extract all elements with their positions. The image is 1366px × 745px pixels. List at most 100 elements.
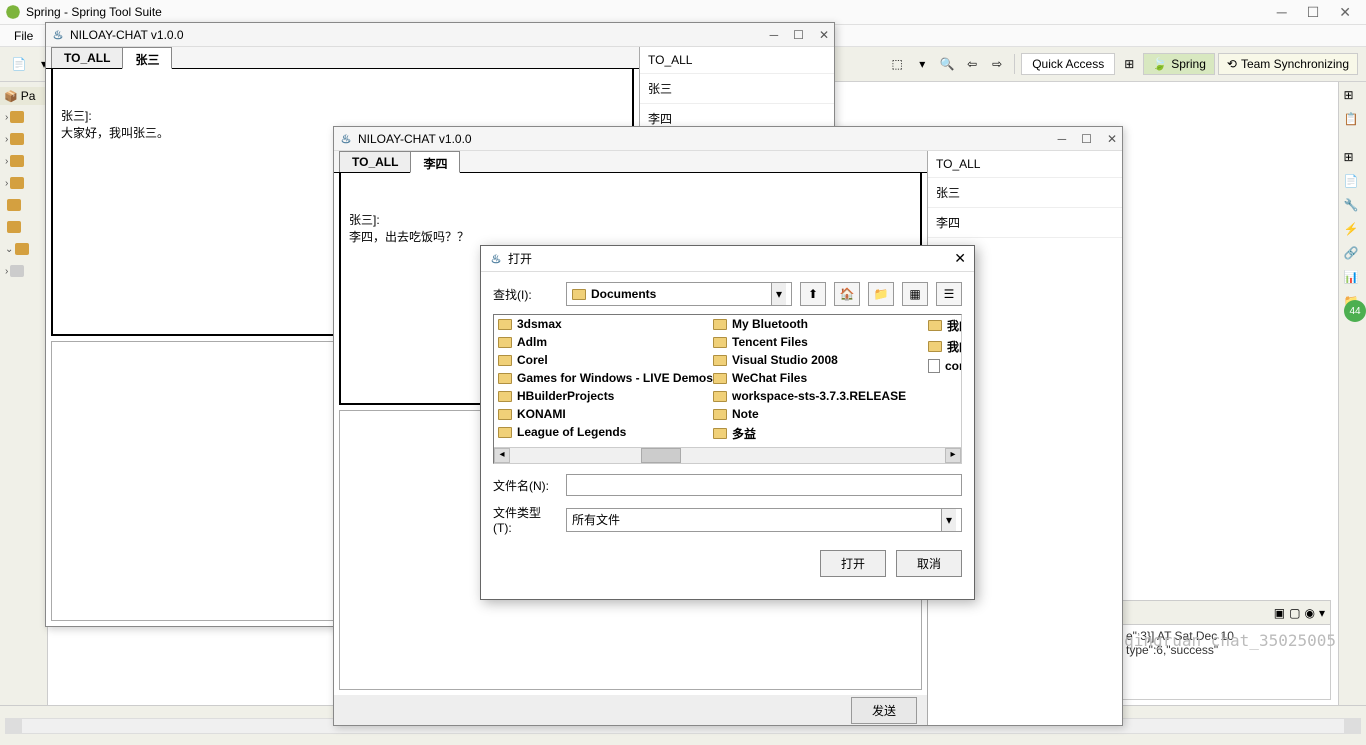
file-item[interactable]: Corel — [494, 351, 709, 369]
toolbar-new-icon[interactable]: 📄 — [8, 53, 30, 75]
file-item[interactable]: workspace-sts-3.7.3.RELEASE — [709, 387, 924, 405]
file-item-label: 我的 — [947, 338, 962, 355]
file-item[interactable]: Tencent Files — [709, 333, 924, 351]
tree-item[interactable]: ⌄ — [5, 239, 42, 259]
file-item-label: WeChat Files — [732, 371, 807, 385]
toolbar-btn-2[interactable]: ▾ — [911, 53, 933, 75]
dialog-title: 打开 — [508, 250, 532, 267]
tree-item[interactable]: › — [5, 261, 42, 281]
dialog-cancel-button[interactable]: 取消 — [896, 550, 962, 577]
tree-item[interactable]: › — [5, 173, 42, 193]
perspective-spring[interactable]: 🍃 Spring — [1143, 53, 1215, 75]
folder-icon — [713, 337, 727, 348]
chat1-close-button[interactable]: ✕ — [819, 28, 829, 42]
console-btn[interactable]: ▾ — [1319, 606, 1325, 620]
file-item[interactable]: 3dsmax — [494, 315, 709, 333]
right-icon-7[interactable]: 🔗 — [1343, 245, 1363, 265]
right-icon-4[interactable]: 📄 — [1343, 173, 1363, 193]
chat1-maximize-button[interactable]: ☐ — [793, 28, 804, 42]
notification-badge[interactable]: 44 — [1344, 300, 1366, 322]
right-icon-6[interactable]: ⚡ — [1343, 221, 1363, 241]
app-minimize-button[interactable]: ─ — [1277, 4, 1287, 21]
file-item[interactable]: KONAMI — [494, 405, 709, 423]
chat1-tab-zhangsan[interactable]: 张三 — [122, 47, 172, 69]
console-btn[interactable]: ◉ — [1304, 606, 1314, 620]
perspective-team[interactable]: ⟲ Team Synchronizing — [1218, 53, 1358, 75]
chat2-tab-toall[interactable]: TO_ALL — [339, 151, 411, 172]
folder-icon — [498, 391, 512, 402]
file-item-label: My Bluetooth — [732, 317, 808, 331]
toolbar-back-icon[interactable]: ⇦ — [961, 53, 983, 75]
right-icon-2[interactable]: 📋 — [1343, 111, 1363, 131]
toolbar-btn-1[interactable]: ⬚ — [886, 53, 908, 75]
file-item[interactable]: 我的 — [924, 315, 962, 336]
console-btn[interactable]: ▢ — [1289, 606, 1300, 620]
right-icon-8[interactable]: 📊 — [1343, 269, 1363, 289]
dialog-close-button[interactable]: ✕ — [954, 250, 966, 267]
lookin-dropdown[interactable]: Documents ▾ — [566, 282, 792, 306]
file-item[interactable]: My Bluetooth — [709, 315, 924, 333]
chat1-tab-toall[interactable]: TO_ALL — [51, 47, 123, 68]
file-item[interactable]: 多益 — [709, 423, 779, 444]
dialog-open-button[interactable]: 打开 — [820, 550, 886, 577]
menu-file[interactable]: File — [8, 27, 39, 45]
file-item[interactable]: 我的 — [924, 336, 962, 357]
folder-icon — [713, 319, 727, 330]
file-item-label: 3dsmax — [517, 317, 562, 331]
file-item[interactable]: HBuilderProjects — [494, 387, 709, 405]
tree-item[interactable]: › — [5, 151, 42, 171]
file-item[interactable]: Games for Windows - LIVE Demos — [494, 369, 709, 387]
tree-item[interactable]: › — [5, 129, 42, 149]
file-open-dialog: ♨ 打开 ✕ 查找(I): Documents ▾ ⬆ 🏠 📁 ▦ ☰ 3dsm… — [480, 245, 975, 600]
up-folder-button[interactable]: ⬆ — [800, 282, 826, 306]
leaf-icon: 🍃 — [1152, 57, 1167, 71]
chat2-msg-text: 李四，出去吃饭吗？？ — [349, 228, 912, 245]
file-list-scrollbar[interactable]: ◂ ▸ — [494, 447, 961, 463]
file-item-label: Visual Studio 2008 — [732, 353, 838, 367]
folder-icon — [928, 320, 942, 331]
app-maximize-button[interactable]: ☐ — [1307, 4, 1320, 21]
console-btn[interactable]: ▣ — [1274, 606, 1285, 620]
right-icon-1[interactable]: ⊞ — [1343, 87, 1363, 107]
filetype-dropdown[interactable]: 所有文件 ▾ — [566, 508, 962, 532]
file-item[interactable]: Note — [709, 405, 779, 423]
chat2-send-button[interactable]: 发送 — [851, 697, 917, 724]
right-icon-3[interactable]: ⊞ — [1343, 149, 1363, 169]
tree-item[interactable]: › — [5, 107, 42, 127]
home-button[interactable]: 🏠 — [834, 282, 860, 306]
chat2-close-button[interactable]: ✕ — [1107, 132, 1117, 146]
file-item[interactable]: WeChat Files — [709, 369, 924, 387]
chat2-user-lisi[interactable]: 李四 — [928, 208, 1122, 238]
lookin-value: Documents — [591, 287, 656, 301]
filename-input[interactable] — [566, 474, 962, 496]
chat2-maximize-button[interactable]: ☐ — [1081, 132, 1092, 146]
file-item[interactable]: cont — [924, 357, 962, 375]
new-folder-button[interactable]: 📁 — [868, 282, 894, 306]
file-item[interactable]: League of Legends — [494, 423, 709, 441]
folder-icon — [572, 289, 586, 300]
chat1-minimize-button[interactable]: ─ — [770, 28, 779, 42]
chat2-tab-lisi[interactable]: 李四 — [410, 151, 460, 173]
right-icon-5[interactable]: 🔧 — [1343, 197, 1363, 217]
chat2-user-zhangsan[interactable]: 张三 — [928, 178, 1122, 208]
quick-access-input[interactable]: Quick Access — [1021, 53, 1115, 75]
file-item[interactable]: Adlm — [494, 333, 709, 351]
chat1-user-zhangsan[interactable]: 张三 — [640, 74, 834, 104]
list-view-button[interactable]: ▦ — [902, 282, 928, 306]
details-view-button[interactable]: ☰ — [936, 282, 962, 306]
tree-item[interactable] — [5, 195, 42, 215]
toolbar-forward-icon[interactable]: ⇨ — [986, 53, 1008, 75]
app-close-button[interactable]: ✕ — [1339, 4, 1351, 21]
chat2-minimize-button[interactable]: ─ — [1058, 132, 1067, 146]
chat1-user-toall[interactable]: TO_ALL — [640, 47, 834, 74]
file-item[interactable]: Visual Studio 2008 — [709, 351, 924, 369]
scroll-left-button[interactable]: ◂ — [494, 448, 510, 463]
toolbar-separator — [1014, 54, 1015, 74]
package-explorer: 📦 Pa › › › › ⌄ › — [0, 82, 48, 705]
toolbar-btn-3[interactable]: 🔍 — [936, 53, 958, 75]
tree-item[interactable] — [5, 217, 42, 237]
chat2-user-toall[interactable]: TO_ALL — [928, 151, 1122, 178]
scroll-thumb[interactable] — [641, 448, 681, 463]
scroll-right-button[interactable]: ▸ — [945, 448, 961, 463]
perspective-open-icon[interactable]: ⊞ — [1118, 53, 1140, 75]
